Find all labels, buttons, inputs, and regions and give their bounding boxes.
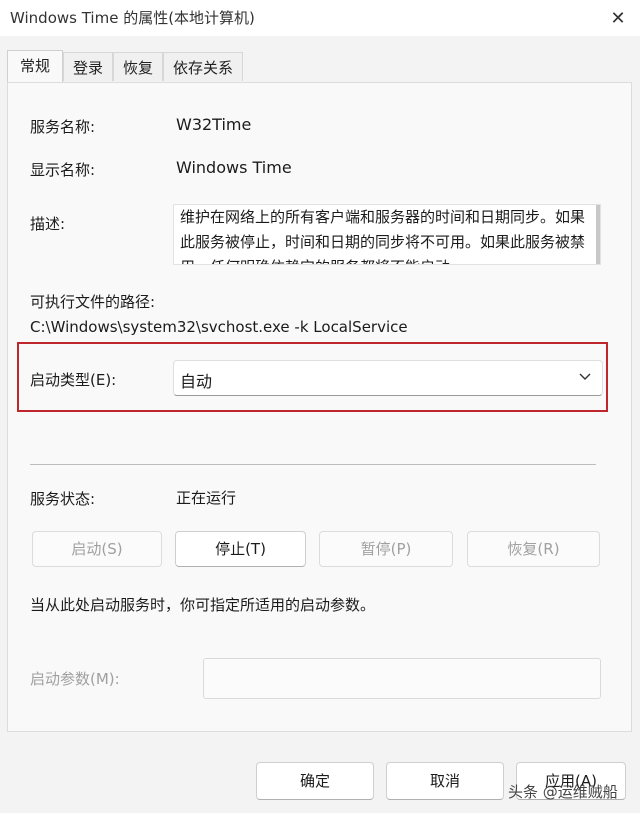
section-divider (30, 464, 596, 465)
start-params-label: 启动参数(M): (30, 670, 120, 688)
description-label: 描述: (30, 215, 66, 233)
display-name-label: 显示名称: (30, 161, 96, 179)
description-textbox[interactable]: 维护在网络上的所有客户端和服务器的时间和日期同步。如果此服务被停止，时间和日期的… (173, 204, 601, 265)
service-name-label: 服务名称: (30, 118, 96, 136)
stop-button[interactable]: 停止(T) (175, 531, 306, 567)
executable-path-value: C:\Windows\system32\svchost.exe -k Local… (30, 318, 408, 336)
tab-bar: 常规 登录 恢复 依存关系 (7, 50, 244, 83)
tab-general[interactable]: 常规 (7, 50, 64, 82)
tab-recovery[interactable]: 恢复 (113, 52, 164, 81)
title-bar: Windows Time 的属性(本地计算机) ✕ (0, 0, 640, 36)
executable-path-label: 可执行文件的路径: (30, 293, 156, 311)
startup-type-select[interactable]: 自动 (173, 360, 603, 396)
ok-button[interactable]: 确定 (256, 762, 374, 800)
chevron-down-icon (579, 373, 591, 380)
display-name-value: Windows Time (176, 158, 292, 177)
cancel-button[interactable]: 取消 (386, 762, 504, 800)
pause-button[interactable]: 暂停(P) (319, 531, 453, 567)
start-params-input[interactable] (203, 658, 601, 699)
start-button[interactable]: 启动(S) (32, 531, 162, 567)
description-text: 维护在网络上的所有客户端和服务器的时间和日期同步。如果此服务被停止，时间和日期的… (180, 208, 586, 264)
service-status-label: 服务状态: (30, 490, 96, 508)
start-params-hint: 当从此处启动服务时，你可指定所适用的启动参数。 (30, 596, 376, 614)
service-status-value: 正在运行 (176, 489, 237, 507)
startup-type-label: 启动类型(E): (30, 371, 117, 389)
window-title: Windows Time 的属性(本地计算机) (10, 9, 255, 27)
resume-button[interactable]: 恢复(R) (467, 531, 600, 567)
close-icon: ✕ (610, 7, 626, 29)
tab-logon[interactable]: 登录 (63, 52, 114, 81)
startup-type-value: 自动 (180, 372, 213, 391)
close-button[interactable]: ✕ (602, 2, 634, 34)
description-scrollbar[interactable] (596, 205, 600, 264)
watermark-text: 头条 @运维贼船 (508, 783, 618, 801)
tab-dependencies[interactable]: 依存关系 (163, 52, 244, 81)
service-name-value: W32Time (176, 115, 252, 134)
